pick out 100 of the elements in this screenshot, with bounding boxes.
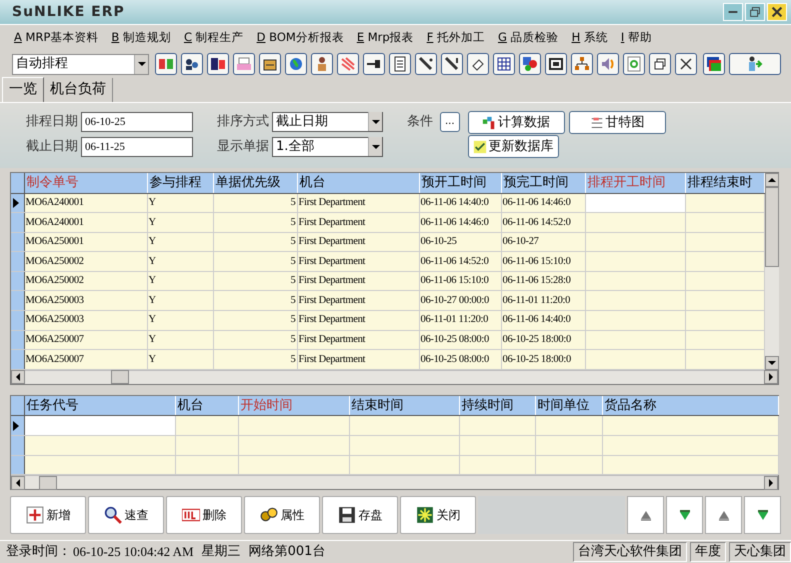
toolbar-button[interactable] [233,53,255,75]
toolbar-button[interactable] [389,53,411,75]
toolbar-button[interactable] [623,53,645,75]
arrow-button[interactable] [705,496,742,534]
arrow-button[interactable] [666,496,703,534]
toolbar-button[interactable] [703,53,725,75]
function-select[interactable]: 自动排程 [12,54,149,74]
window-icon [548,56,564,72]
scroll-thumb[interactable] [111,370,129,384]
toolbar-button[interactable] [441,53,463,75]
horizontal-scrollbar[interactable] [11,370,778,384]
horizontal-scrollbar[interactable] [11,475,778,490]
table-cell: 06-10-25 18:00:0 [501,350,585,370]
calc-button[interactable]: 计算数据 [468,111,565,134]
column-header[interactable]: 排程结束时 [685,173,764,193]
table-icon [496,56,512,72]
speaker-icon [600,56,616,72]
column-header[interactable]: 预开工时间 [419,173,501,193]
menu-item[interactable]: B 制造规划 [111,28,171,46]
menu-item[interactable]: E Mrp报表 [356,28,414,46]
table-cell: Y [147,330,213,350]
table-cell: 5 [213,193,297,213]
properties-button[interactable]: 属性 [244,496,320,534]
toolbar-button[interactable] [311,53,333,75]
delete-button[interactable]: 删除 [166,496,242,534]
save-button[interactable]: 存盘 [322,496,398,534]
arrow-button[interactable] [627,496,664,534]
toolbar-button[interactable] [571,53,593,75]
toolbar-button[interactable] [467,53,489,75]
row-selector[interactable] [11,193,24,213]
table-cell: 06-10-25 08:00:0 [419,330,501,350]
menu-item[interactable]: I 帮助 [620,28,652,46]
gantt-button[interactable]: 甘特图 [568,111,666,134]
field-label: 显示单据 [217,138,269,156]
close-button[interactable]: 关闭 [400,496,476,534]
toolbar-button[interactable] [259,53,281,75]
select-field[interactable]: 截止日期 [272,112,383,132]
table-cell: First Department [297,290,419,311]
toolbar-button[interactable] [363,53,385,75]
toolbar-button[interactable] [649,53,671,75]
table-cell: First Department [297,232,419,252]
column-header[interactable]: 时间单位 [535,396,602,416]
column-header[interactable]: 参与排程 [147,173,213,193]
arrow-button[interactable] [744,496,781,534]
toolbar-button[interactable] [415,53,437,75]
toolbar-button[interactable] [493,53,515,75]
scroll-thumb[interactable] [39,476,57,490]
table-cell: MO6A250002 [24,252,147,272]
restore-button[interactable] [745,3,765,21]
table-cell: 5 [213,232,297,252]
column-header[interactable]: 单据优先级 [213,173,297,193]
column-header[interactable]: 任务代号 [24,396,175,416]
column-header[interactable]: 持续时间 [459,396,535,416]
column-header[interactable]: 预完工时间 [501,173,585,193]
toolbar-button[interactable] [181,53,203,75]
table-cell: 06-11-06 14:46:0 [419,212,501,232]
tab[interactable]: 一览 [2,77,44,102]
column-header[interactable]: 机台 [297,173,419,193]
table-cell: Y [147,310,213,330]
menu-item[interactable]: A MRP基本资料 [14,28,98,46]
minimize-button[interactable] [723,3,743,21]
scroll-right-icon [769,373,773,382]
toolbar-button[interactable] [207,53,229,75]
column-header[interactable]: 机台 [175,396,238,416]
select-field[interactable]: 1.全部 [272,136,383,156]
table-cell: 06-11-06 14:40:0 [501,310,585,330]
toolbar-button[interactable] [337,53,359,75]
table-cell: 06-11-06 15:10:0 [419,271,501,291]
people-icon [184,56,200,72]
toolbar-button[interactable] [285,53,307,75]
menu-item[interactable]: D BOM分析报表 [256,28,344,46]
column-header[interactable]: 货品名称 [602,396,778,416]
corner-header [11,173,24,193]
ellipsis-button[interactable]: ... [440,112,460,132]
corner-header [11,396,24,416]
dropdown-icon [372,120,380,124]
column-header[interactable]: 结束时间 [349,396,459,416]
menu-item[interactable]: H 系统 [572,28,608,46]
toolbar-button[interactable] [545,53,567,75]
scroll-thumb[interactable] [764,187,778,267]
toolbar-button[interactable] [519,53,541,75]
search-button[interactable]: 速查 [88,496,164,534]
menu-item[interactable]: F 托外加工 [426,28,485,46]
vertical-scrollbar[interactable] [764,173,778,370]
toolbar-button[interactable] [155,53,177,75]
windows-icon [652,56,668,72]
row-selector[interactable] [11,416,24,436]
menu-item[interactable]: G 品质检验 [498,28,559,46]
close-button[interactable] [767,3,787,21]
toolbar-button[interactable] [597,53,619,75]
menu-item[interactable]: C 制程生产 [184,28,244,46]
table-cell: MO6A250007 [24,330,147,350]
update-button[interactable]: 更新数据库 [468,135,559,158]
toolbar-button[interactable] [675,53,697,75]
exit-button[interactable] [729,53,781,75]
table-cell: 06-11-01 11:20:0 [501,290,585,311]
add-button[interactable]: 新增 [10,496,86,534]
date-field[interactable]: 06-11-25 [81,136,193,156]
date-field[interactable]: 06-10-25 [81,112,193,132]
terminal-text: 网络第001台 [248,542,326,561]
